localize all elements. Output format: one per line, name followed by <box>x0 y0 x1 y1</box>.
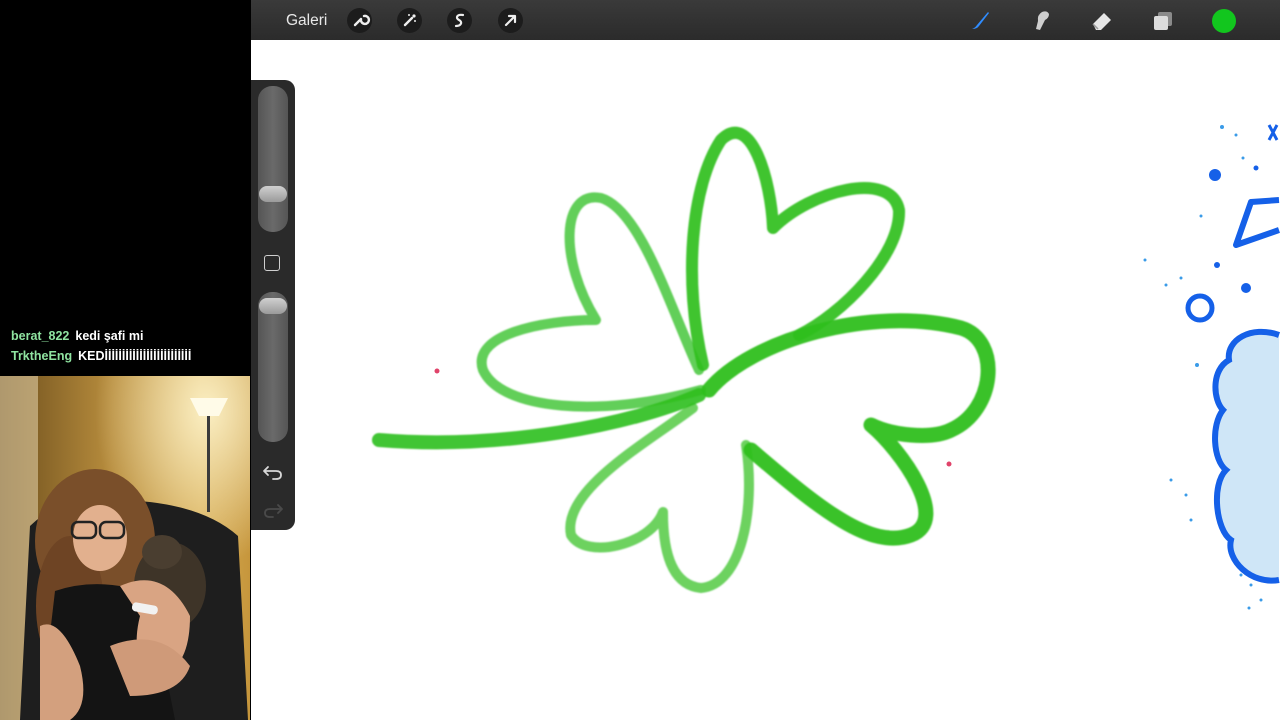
actions-wrench-icon[interactable] <box>347 8 372 33</box>
smudge-icon[interactable] <box>1027 6 1055 34</box>
opacity-thumb[interactable] <box>259 298 287 314</box>
chat-text: kedi şafi mi <box>75 329 144 343</box>
chat-username: TrktheEng <box>11 349 73 363</box>
brush-icon[interactable] <box>966 6 994 34</box>
chat-text: KEDİİİİİİİİİİİİİİİİİİİİİİİİİ <box>78 349 192 363</box>
redo-icon[interactable] <box>262 501 284 519</box>
gallery-button[interactable]: Galeri <box>286 0 327 40</box>
procreate-app: Galeri <box>251 0 1280 720</box>
undo-icon[interactable] <box>262 463 284 481</box>
top-toolbar: Galeri <box>251 0 1280 40</box>
chat-message: TrktheEng KEDİİİİİİİİİİİİİİİİİİİİİİİİİ <box>0 346 250 366</box>
transform-arrow-icon[interactable] <box>498 8 523 33</box>
chat-message: berat_822 kedi şafi mi <box>0 326 250 346</box>
modify-button[interactable] <box>264 255 280 271</box>
brush-size-thumb[interactable] <box>259 186 287 202</box>
selection-icon[interactable] <box>447 8 472 33</box>
eraser-icon[interactable] <box>1088 6 1116 34</box>
chat-username: berat_822 <box>11 329 70 343</box>
color-picker-swatch[interactable] <box>1212 9 1236 33</box>
drawing-canvas[interactable] <box>251 40 1280 720</box>
chat-overlay: berat_822 kedi şafi mi TrktheEng KEDİİİİİİ… <box>0 326 250 366</box>
webcam-feed <box>0 376 250 720</box>
stream-overlay-panel: berat_822 kedi şafi mi TrktheEng KEDİİİİİİ… <box>0 0 250 720</box>
layers-icon[interactable] <box>1149 6 1177 34</box>
adjustments-magic-wand-icon[interactable] <box>397 8 422 33</box>
opacity-slider[interactable] <box>258 292 288 442</box>
brush-size-slider[interactable] <box>258 86 288 232</box>
side-toolbar <box>251 80 295 530</box>
